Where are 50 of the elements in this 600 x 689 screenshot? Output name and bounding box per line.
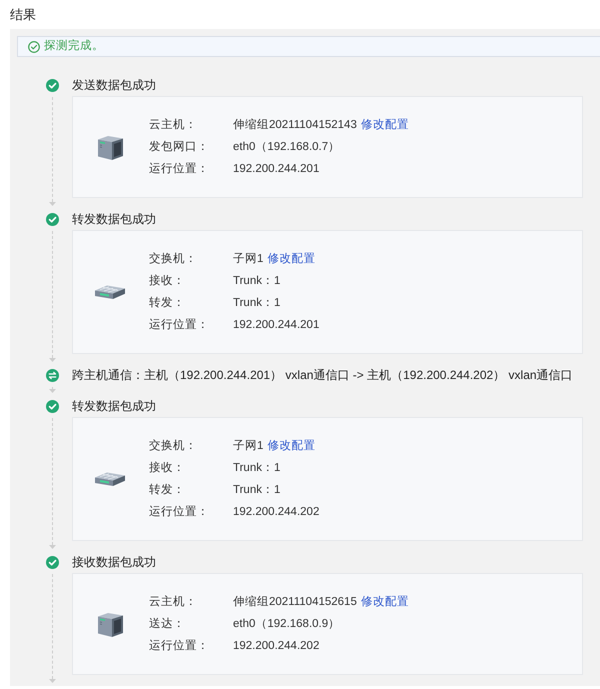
field-label: 运行位置：: [149, 504, 210, 520]
field-label: 转发：: [149, 482, 186, 498]
field-value: 192.200.244.201: [233, 162, 320, 177]
server-icon: [96, 134, 124, 160]
field-value: 192.200.244.201: [233, 318, 320, 333]
field-label: 交换机：: [149, 438, 198, 454]
field-label: 交换机：: [149, 251, 198, 267]
check-circle-icon: [28, 40, 40, 52]
edit-config-link[interactable]: 修改配置: [267, 435, 316, 457]
field-label: 云主机：: [149, 117, 198, 133]
network-switch-icon: [94, 471, 126, 487]
field-value: 伸缩组20211104152615: [233, 594, 357, 610]
page-title: 结果: [10, 7, 36, 22]
check-circle-icon: [46, 212, 58, 226]
step-title: 接收数据包成功: [72, 554, 157, 571]
field-value: 192.200.244.202: [233, 639, 320, 654]
swap-arrows-icon: [46, 368, 58, 382]
field-label: 运行位置：: [149, 162, 210, 177]
field-value: 子网1: [233, 252, 264, 267]
field-label: 运行位置：: [149, 318, 210, 333]
field-label: 送达：: [149, 616, 186, 632]
edit-config-link[interactable]: 修改配置: [360, 591, 409, 613]
check-circle-icon: [46, 400, 58, 412]
field-label: 发包网口：: [149, 140, 210, 155]
server-icon: [96, 612, 124, 636]
field-value: 192.200.244.202: [233, 505, 320, 520]
field-label: 接收：: [149, 460, 186, 476]
alert-text: 探测完成。: [44, 38, 104, 54]
field-label: 转发：: [149, 296, 186, 311]
field-value: Trunk：1: [233, 483, 280, 498]
step-title: 跨主机通信：主机（192.200.244.201） vxlan通信口 -> 主机（192.200.244.202） vxlan通信口: [72, 367, 574, 384]
field-value: 子网1: [233, 439, 264, 454]
field-value: Trunk：1: [233, 296, 280, 311]
field-value: 伸缩组20211104152143: [233, 118, 357, 133]
field-value: eth0（192.168.0.9）: [233, 617, 340, 632]
edit-config-link[interactable]: 修改配置: [267, 248, 316, 270]
connector-arrow: [48, 387, 56, 393]
step-title: 发送数据包成功: [72, 77, 157, 94]
step-title: 转发数据包成功: [72, 398, 157, 415]
field-label: 接收：: [149, 274, 186, 289]
field-value: Trunk：1: [233, 274, 280, 289]
check-circle-icon: [46, 556, 58, 568]
field-label: 云主机：: [149, 594, 198, 610]
field-label: 运行位置：: [149, 638, 210, 654]
step-title: 转发数据包成功: [72, 211, 157, 228]
edit-config-link[interactable]: 修改配置: [360, 114, 409, 136]
network-switch-icon: [94, 284, 126, 300]
field-value: Trunk：1: [233, 461, 280, 476]
field-value: eth0（192.168.0.7）: [233, 140, 340, 155]
check-circle-icon: [46, 78, 58, 92]
